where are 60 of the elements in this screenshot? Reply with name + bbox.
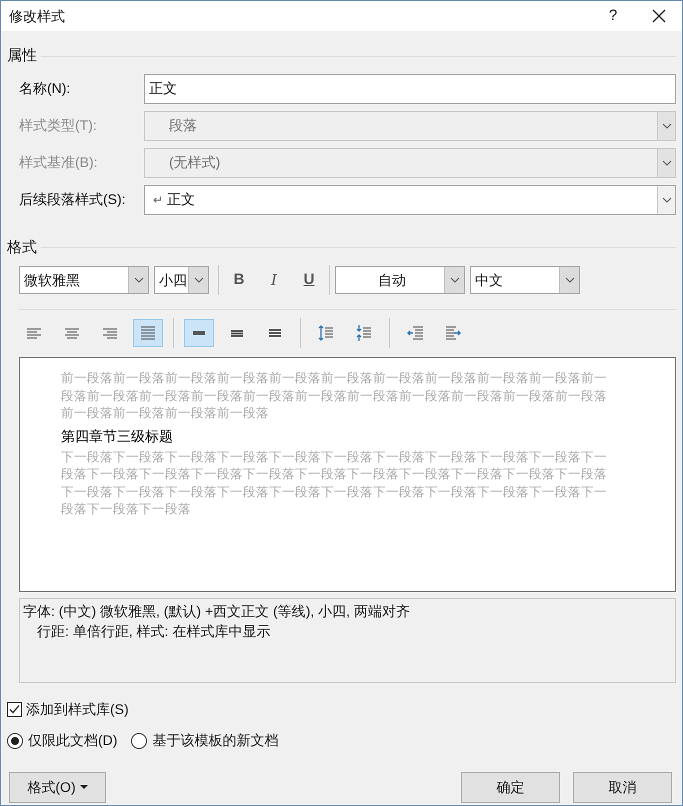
field-label: 样式基准(B): [19, 153, 99, 172]
field-label: 样式类型(T): [19, 116, 98, 135]
help-button[interactable]: ? [590, 1, 636, 31]
field-value: (无样式) [169, 153, 220, 172]
dropdown-button[interactable] [559, 267, 579, 293]
chevron-down-icon [194, 277, 204, 283]
ok-button[interactable]: 确定 [461, 772, 560, 803]
chevron-down-icon [134, 277, 144, 283]
size-dropdown[interactable]: 小四 [154, 266, 209, 294]
chevron-down-icon [662, 122, 672, 128]
caret-icon [80, 785, 88, 790]
field-value: 正文 [149, 79, 177, 98]
preview-text: 下一段落下一段落下一段落下一段落下一段落下一段落下一段落下一段落下一段落下一段落下一段落下一段落下一段落下一段落下一段落下一段落下一段落下一段落下一段落下一段落下一段落下一段落下一段落下一段落下一段落下一段落下一段落下一段落下一段落下一段落下一段落下一段落下一段落下一段落 [61, 448, 608, 518]
justify-button[interactable] [133, 319, 163, 347]
sample-heading: 第四章节三级标题 [61, 426, 174, 446]
underline-button[interactable]: U [294, 266, 324, 294]
chevron-down-icon [662, 196, 672, 202]
input-field[interactable]: 正文 [144, 74, 676, 104]
field-label: 后续段落样式(S): [19, 190, 127, 209]
chevron-down-icon [662, 160, 672, 166]
dropdown-field[interactable]: ↵ 正文 [144, 184, 676, 214]
bold-button[interactable]: B [224, 266, 254, 294]
chevron-down-icon [450, 277, 460, 283]
decrease-spacing-icon [356, 324, 372, 342]
font-dropdown[interactable]: 微软雅黑 [19, 266, 149, 294]
cancel-button[interactable]: 取消 [573, 772, 672, 803]
section-heading: 属性 [7, 46, 37, 66]
one-half-spacing-icon [230, 330, 244, 336]
scope-radio[interactable]: 仅限此文档(D) [7, 730, 118, 751]
preview-text: 前一段落前一段落前一段落前一段落前一段落前一段落前一段落前一段落前一段落前一段落前一段落前一段落前一段落前一段落前一段落前一段落前一段落前一段落前一段落前一段落前一段落前一段落前一段落前一段落前一段落 [61, 370, 608, 422]
double-spacing-icon [268, 329, 282, 337]
single-spacing-icon [192, 331, 206, 335]
close-icon [652, 9, 666, 23]
description-text: 字体: (中文) 微软雅黑, (默认) +西文正文 (等线), 小四, 两端对齐 [23, 602, 411, 621]
dropdown-button[interactable] [128, 267, 148, 293]
scope-radio[interactable]: 基于该模板的新文档 [131, 730, 278, 751]
return-glyph: ↵ [152, 192, 163, 208]
add-to-gallery-checkbox[interactable]: 添加到样式库(S) [7, 699, 129, 720]
single-spacing-button[interactable] [184, 319, 214, 347]
align-right-icon [102, 328, 118, 338]
color-dropdown[interactable]: 自动 [335, 266, 465, 294]
field-label: 名称(N): [19, 79, 72, 98]
italic-button[interactable]: I [259, 266, 289, 294]
justify-icon [140, 326, 156, 340]
field-value: 段落 [169, 116, 197, 135]
field-value: 正文 [167, 190, 195, 209]
dropdown-button[interactable] [188, 267, 208, 293]
dropdown-button[interactable] [657, 186, 675, 214]
increase-indent-icon [445, 326, 461, 340]
align-left-icon [26, 328, 42, 338]
section-heading: 格式 [7, 238, 37, 258]
dropdown-button[interactable] [444, 267, 464, 293]
description-text: 行距: 单倍行距, 样式: 在样式库中显示 [36, 622, 272, 641]
decrease-indent-icon [406, 326, 424, 340]
increase-spacing-icon [318, 325, 334, 341]
chevron-down-icon [564, 277, 574, 283]
format-button[interactable]: 格式(O) [9, 772, 106, 803]
window-title: 修改样式 [9, 6, 66, 26]
align-center-icon [64, 328, 80, 338]
language-dropdown[interactable]: 中文 [470, 266, 580, 294]
